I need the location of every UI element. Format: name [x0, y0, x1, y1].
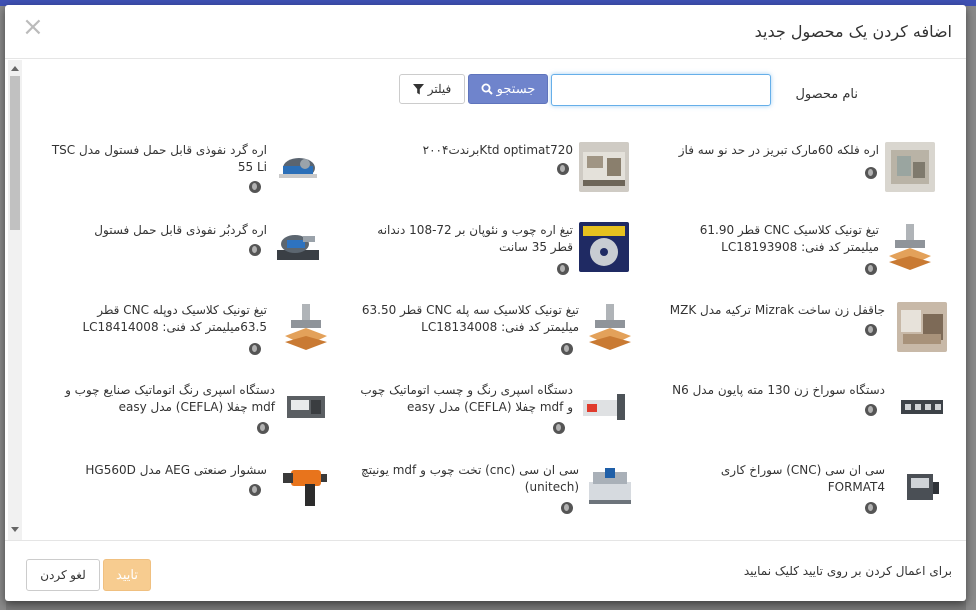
product-thumbnail	[885, 222, 935, 272]
product-thumbnail	[885, 142, 935, 192]
filter-button-label: فیلتر	[427, 82, 452, 96]
product-thumbnail	[579, 222, 629, 272]
product-thumbnail	[585, 462, 635, 512]
add-product-modal: اضافه کردن یک محصول جدید × نام محصول جست…	[5, 5, 966, 601]
product-item[interactable]: سشوار صنعتی AEG مدل HG560D	[51, 462, 331, 524]
cancel-button[interactable]: لغو کردن	[26, 559, 100, 591]
product-name: تیغ تونیک کلاسیک دوپله CNC قطر 63.5میلیم…	[82, 303, 267, 334]
globe-icon	[865, 324, 877, 336]
product-thumbnail	[281, 382, 331, 432]
product-thumbnail	[281, 302, 331, 352]
modal-body: نام محصول جستجو فیلتر اره فلکه 60مارک تب…	[5, 60, 966, 540]
close-icon[interactable]: ×	[22, 14, 44, 40]
product-thumbnail	[579, 382, 629, 432]
scroll-up-icon[interactable]	[11, 66, 19, 71]
search-button[interactable]: جستجو	[468, 74, 548, 104]
globe-icon	[249, 343, 261, 355]
product-item[interactable]: تیغ تونیک کلاسیک دوپله CNC قطر 63.5میلیم…	[51, 302, 331, 364]
product-thumbnail	[585, 302, 635, 352]
product-name: تیغ اره چوب و نئوپان بر 72-108 دندانه قط…	[377, 223, 573, 254]
product-thumbnail	[579, 142, 629, 192]
product-item[interactable]: تیغ اره چوب و نئوپان بر 72-108 دندانه قط…	[351, 222, 635, 284]
scrollbar[interactable]	[8, 60, 22, 540]
product-item[interactable]: تیغ تونیک کلاسیک CNC قطر 61.90 میلیمتر ک…	[661, 222, 941, 284]
product-name: تیغ تونیک کلاسیک سه پله CNC قطر 63.50 می…	[361, 303, 579, 334]
product-thumbnail	[281, 462, 331, 512]
globe-icon	[553, 422, 565, 434]
filter-button[interactable]: فیلتر	[399, 74, 465, 104]
product-item[interactable]: دستگاه اسپری رنگ و چسب اتوماتیک چوب و md…	[351, 382, 635, 444]
modal-header: اضافه کردن یک محصول جدید ×	[5, 5, 966, 59]
confirm-button[interactable]: تایید	[103, 559, 151, 591]
product-name: دستگاه اسپری رنگ اتوماتیک صنایع چوب و md…	[65, 383, 275, 414]
product-item[interactable]: اره فلکه 60مارک تبریز در حد نو سه فاز	[661, 142, 941, 204]
app-backdrop-right	[966, 6, 976, 610]
product-item[interactable]: سی ان سی (CNC) سوراخ کاری FORMAT4	[661, 462, 947, 524]
product-name: اره گرد نفوذی قابل حمل فستول مدل TSC 55 …	[51, 143, 267, 174]
globe-icon	[865, 404, 877, 416]
product-thumbnail	[897, 382, 947, 432]
product-name: اره فلکه 60مارک تبریز در حد نو سه فاز	[678, 143, 879, 157]
product-thumbnail	[273, 142, 323, 192]
modal-title: اضافه کردن یک محصول جدید	[754, 22, 952, 41]
product-name-input[interactable]	[551, 74, 771, 106]
filter-icon	[412, 83, 424, 94]
product-item[interactable]: تیغ تونیک کلاسیک سه پله CNC قطر 63.50 می…	[351, 302, 635, 364]
scrollbar-thumb[interactable]	[10, 76, 20, 230]
product-name: سی ان سی (CNC) سوراخ کاری FORMAT4	[720, 463, 885, 494]
globe-icon	[249, 244, 261, 256]
modal-footer: برای اعمال کردن بر روی تایید کلیک نمایید…	[5, 540, 966, 601]
product-name: سشوار صنعتی AEG مدل HG560D	[85, 463, 267, 477]
product-name: تیغ تونیک کلاسیک CNC قطر 61.90 میلیمتر ک…	[699, 223, 879, 254]
product-name: جاقفل زن ساخت Mizrak ترکیه مدل MZK	[669, 303, 885, 317]
globe-icon	[561, 343, 573, 355]
product-item[interactable]: دستگاه سوراخ زن 130 مته پایون مدل N6	[661, 382, 947, 444]
product-name: Ktd optimat720برندت۲۰۰۴	[422, 143, 573, 157]
product-item[interactable]: Ktd optimat720برندت۲۰۰۴	[351, 142, 635, 204]
search-button-label: جستجو	[496, 81, 536, 96]
product-name: اره گردبُر نفوذی قابل حمل فستول	[94, 223, 267, 237]
product-name: دستگاه اسپری رنگ و چسب اتوماتیک چوب و md…	[360, 383, 573, 414]
product-item[interactable]: سی ان سی (cnc) تخت چوب و mdf یونیتچ (uni…	[351, 462, 635, 524]
globe-icon	[865, 502, 877, 514]
globe-icon	[557, 163, 569, 175]
globe-icon	[249, 484, 261, 496]
product-thumbnail	[273, 222, 323, 272]
scroll-down-icon[interactable]	[11, 527, 19, 532]
search-icon	[481, 83, 493, 95]
product-item[interactable]: اره گردبُر نفوذی قابل حمل فستول	[51, 222, 323, 284]
globe-icon	[865, 167, 877, 179]
globe-icon	[257, 422, 269, 434]
product-name-label: نام محصول	[795, 87, 858, 102]
globe-icon	[561, 502, 573, 514]
product-thumbnail	[897, 302, 947, 352]
globe-icon	[557, 263, 569, 275]
product-item[interactable]: جاقفل زن ساخت Mizrak ترکیه مدل MZK	[661, 302, 947, 364]
product-name: دستگاه سوراخ زن 130 مته پایون مدل N6	[672, 383, 885, 397]
globe-icon	[865, 263, 877, 275]
product-item[interactable]: اره گرد نفوذی قابل حمل فستول مدل TSC 55 …	[51, 142, 323, 204]
footer-instruction: برای اعمال کردن بر روی تایید کلیک نمایید	[743, 564, 952, 578]
product-item[interactable]: دستگاه اسپری رنگ اتوماتیک صنایع چوب و md…	[51, 382, 331, 444]
product-name: سی ان سی (cnc) تخت چوب و mdf یونیتچ (uni…	[361, 463, 579, 494]
globe-icon	[249, 181, 261, 193]
product-thumbnail	[897, 462, 947, 512]
